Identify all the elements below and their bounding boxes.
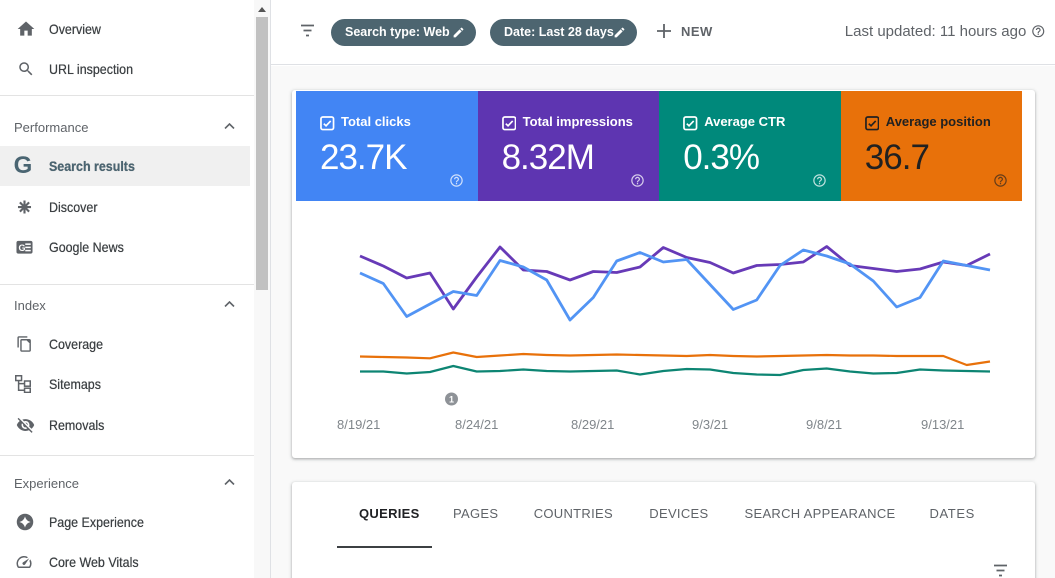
svg-text:G: G: [18, 243, 25, 253]
svg-text:1: 1: [449, 395, 454, 405]
